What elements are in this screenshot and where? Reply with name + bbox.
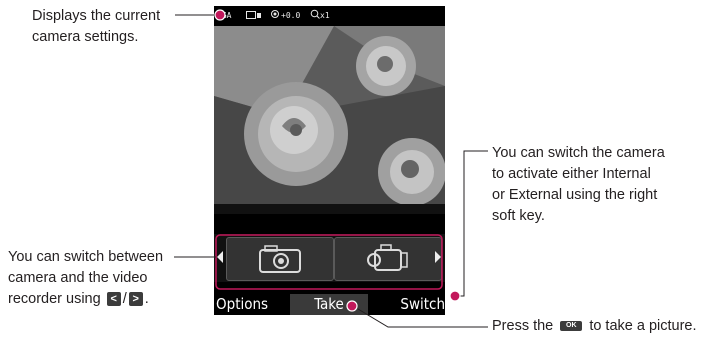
marker-settings: [214, 9, 226, 21]
marker-switch: [449, 290, 461, 302]
leader-switch-camera: [456, 150, 488, 297]
leader-lines: [174, 9, 488, 328]
mode-highlight-frame: [215, 234, 443, 290]
leader-take-picture: [357, 308, 488, 328]
marker-take: [346, 300, 358, 312]
